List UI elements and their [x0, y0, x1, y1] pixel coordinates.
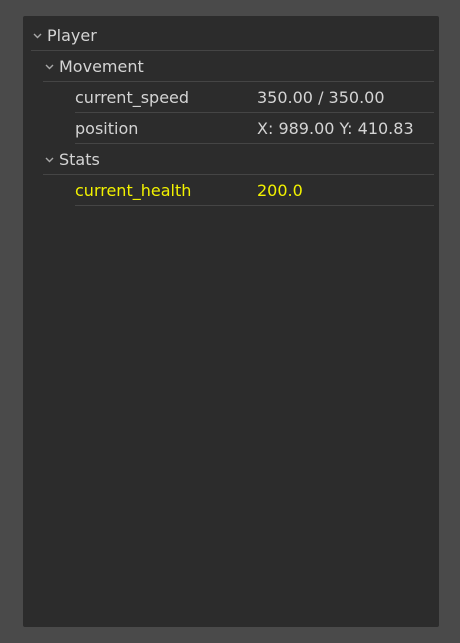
- property-row-current-health[interactable]: current_health 200.0: [75, 176, 434, 206]
- tree-row-movement[interactable]: Movement: [43, 52, 434, 82]
- chevron-down-icon[interactable]: [43, 154, 55, 166]
- tree-label-stats: Stats: [59, 150, 100, 169]
- property-row-position[interactable]: position X: 989.00 Y: 410.83: [75, 114, 434, 144]
- tree-row-player[interactable]: Player: [31, 21, 434, 51]
- property-value: X: 989.00 Y: 410.83: [257, 119, 414, 138]
- property-key: position: [75, 119, 139, 138]
- tree-row-stats[interactable]: Stats: [43, 145, 434, 175]
- property-key: current_speed: [75, 88, 190, 107]
- tree-label-player: Player: [47, 26, 97, 45]
- chevron-down-icon[interactable]: [31, 30, 43, 42]
- property-row-current-speed[interactable]: current_speed 350.00 / 350.00: [75, 83, 434, 113]
- inspector-panel: Player Movement current_speed 350.00 / 3…: [23, 16, 439, 627]
- tree-label-movement: Movement: [59, 57, 144, 76]
- property-key: current_health: [75, 181, 192, 200]
- chevron-down-icon[interactable]: [43, 61, 55, 73]
- property-value: 200.0: [257, 181, 303, 200]
- property-value: 350.00 / 350.00: [257, 88, 385, 107]
